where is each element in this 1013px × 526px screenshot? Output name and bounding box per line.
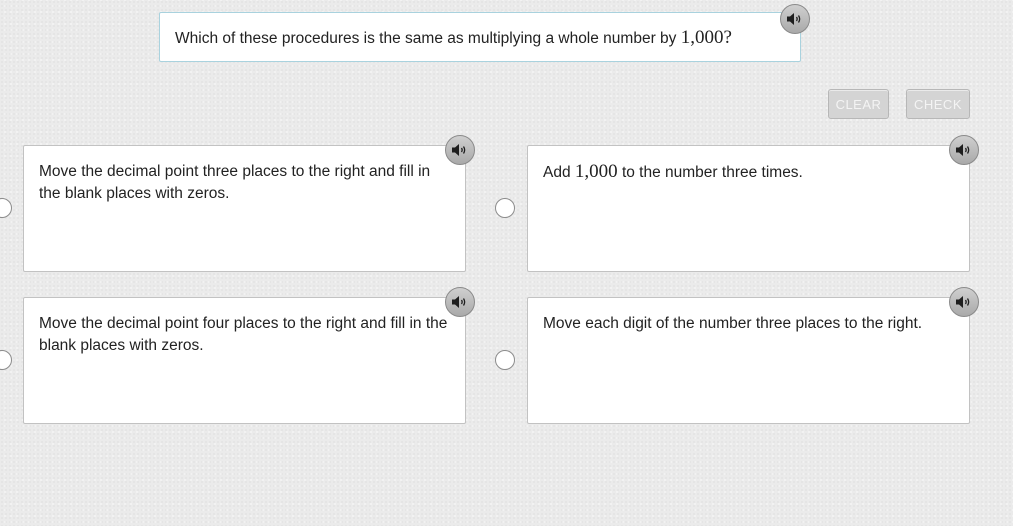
- option-4-text: Move each digit of the number three plac…: [543, 315, 923, 332]
- option-4-audio-button[interactable]: [949, 287, 979, 317]
- clear-button[interactable]: CLEAR: [828, 89, 889, 119]
- option-1-audio-button[interactable]: [445, 135, 475, 165]
- speaker-icon: [956, 144, 970, 156]
- speaker-icon: [787, 13, 801, 25]
- question-text: Which of these procedures is the same as…: [175, 27, 732, 49]
- option-3-text: Move the decimal point four places to th…: [39, 315, 448, 354]
- option-3-audio-button[interactable]: [445, 287, 475, 317]
- question-prompt: Which of these procedures is the same as…: [159, 12, 801, 62]
- speaker-icon: [452, 296, 466, 308]
- option-2-audio-button[interactable]: [949, 135, 979, 165]
- option-2-math: 1,000: [574, 161, 618, 182]
- question-text-start: Which of these procedures is the same as…: [175, 30, 681, 47]
- option-2-text-start: Add: [543, 164, 575, 181]
- option-2-radio[interactable]: [495, 198, 515, 218]
- check-button[interactable]: CHECK: [906, 89, 970, 119]
- option-1-radio[interactable]: [0, 198, 12, 218]
- option-1-card[interactable]: Move the decimal point three places to t…: [23, 145, 466, 272]
- option-1-text: Move the decimal point three places to t…: [39, 163, 431, 202]
- option-4-card[interactable]: Move each digit of the number three plac…: [527, 297, 970, 424]
- question-mark: ?: [723, 27, 732, 48]
- option-2-card[interactable]: Add 1,000 to the number three times.: [527, 145, 970, 272]
- question-audio-button[interactable]: [780, 4, 810, 34]
- question-math: 1,000: [680, 27, 724, 48]
- clear-button-label: CLEAR: [835, 96, 882, 112]
- option-3-card[interactable]: Move the decimal point four places to th…: [23, 297, 466, 424]
- option-4-radio[interactable]: [495, 350, 515, 370]
- option-3-radio[interactable]: [0, 350, 12, 370]
- option-2-text-end: to the number three times.: [617, 164, 803, 181]
- speaker-icon: [956, 296, 970, 308]
- check-button-label: CHECK: [913, 96, 962, 112]
- option-2-text: Add 1,000 to the number three times.: [543, 161, 953, 184]
- speaker-icon: [452, 144, 466, 156]
